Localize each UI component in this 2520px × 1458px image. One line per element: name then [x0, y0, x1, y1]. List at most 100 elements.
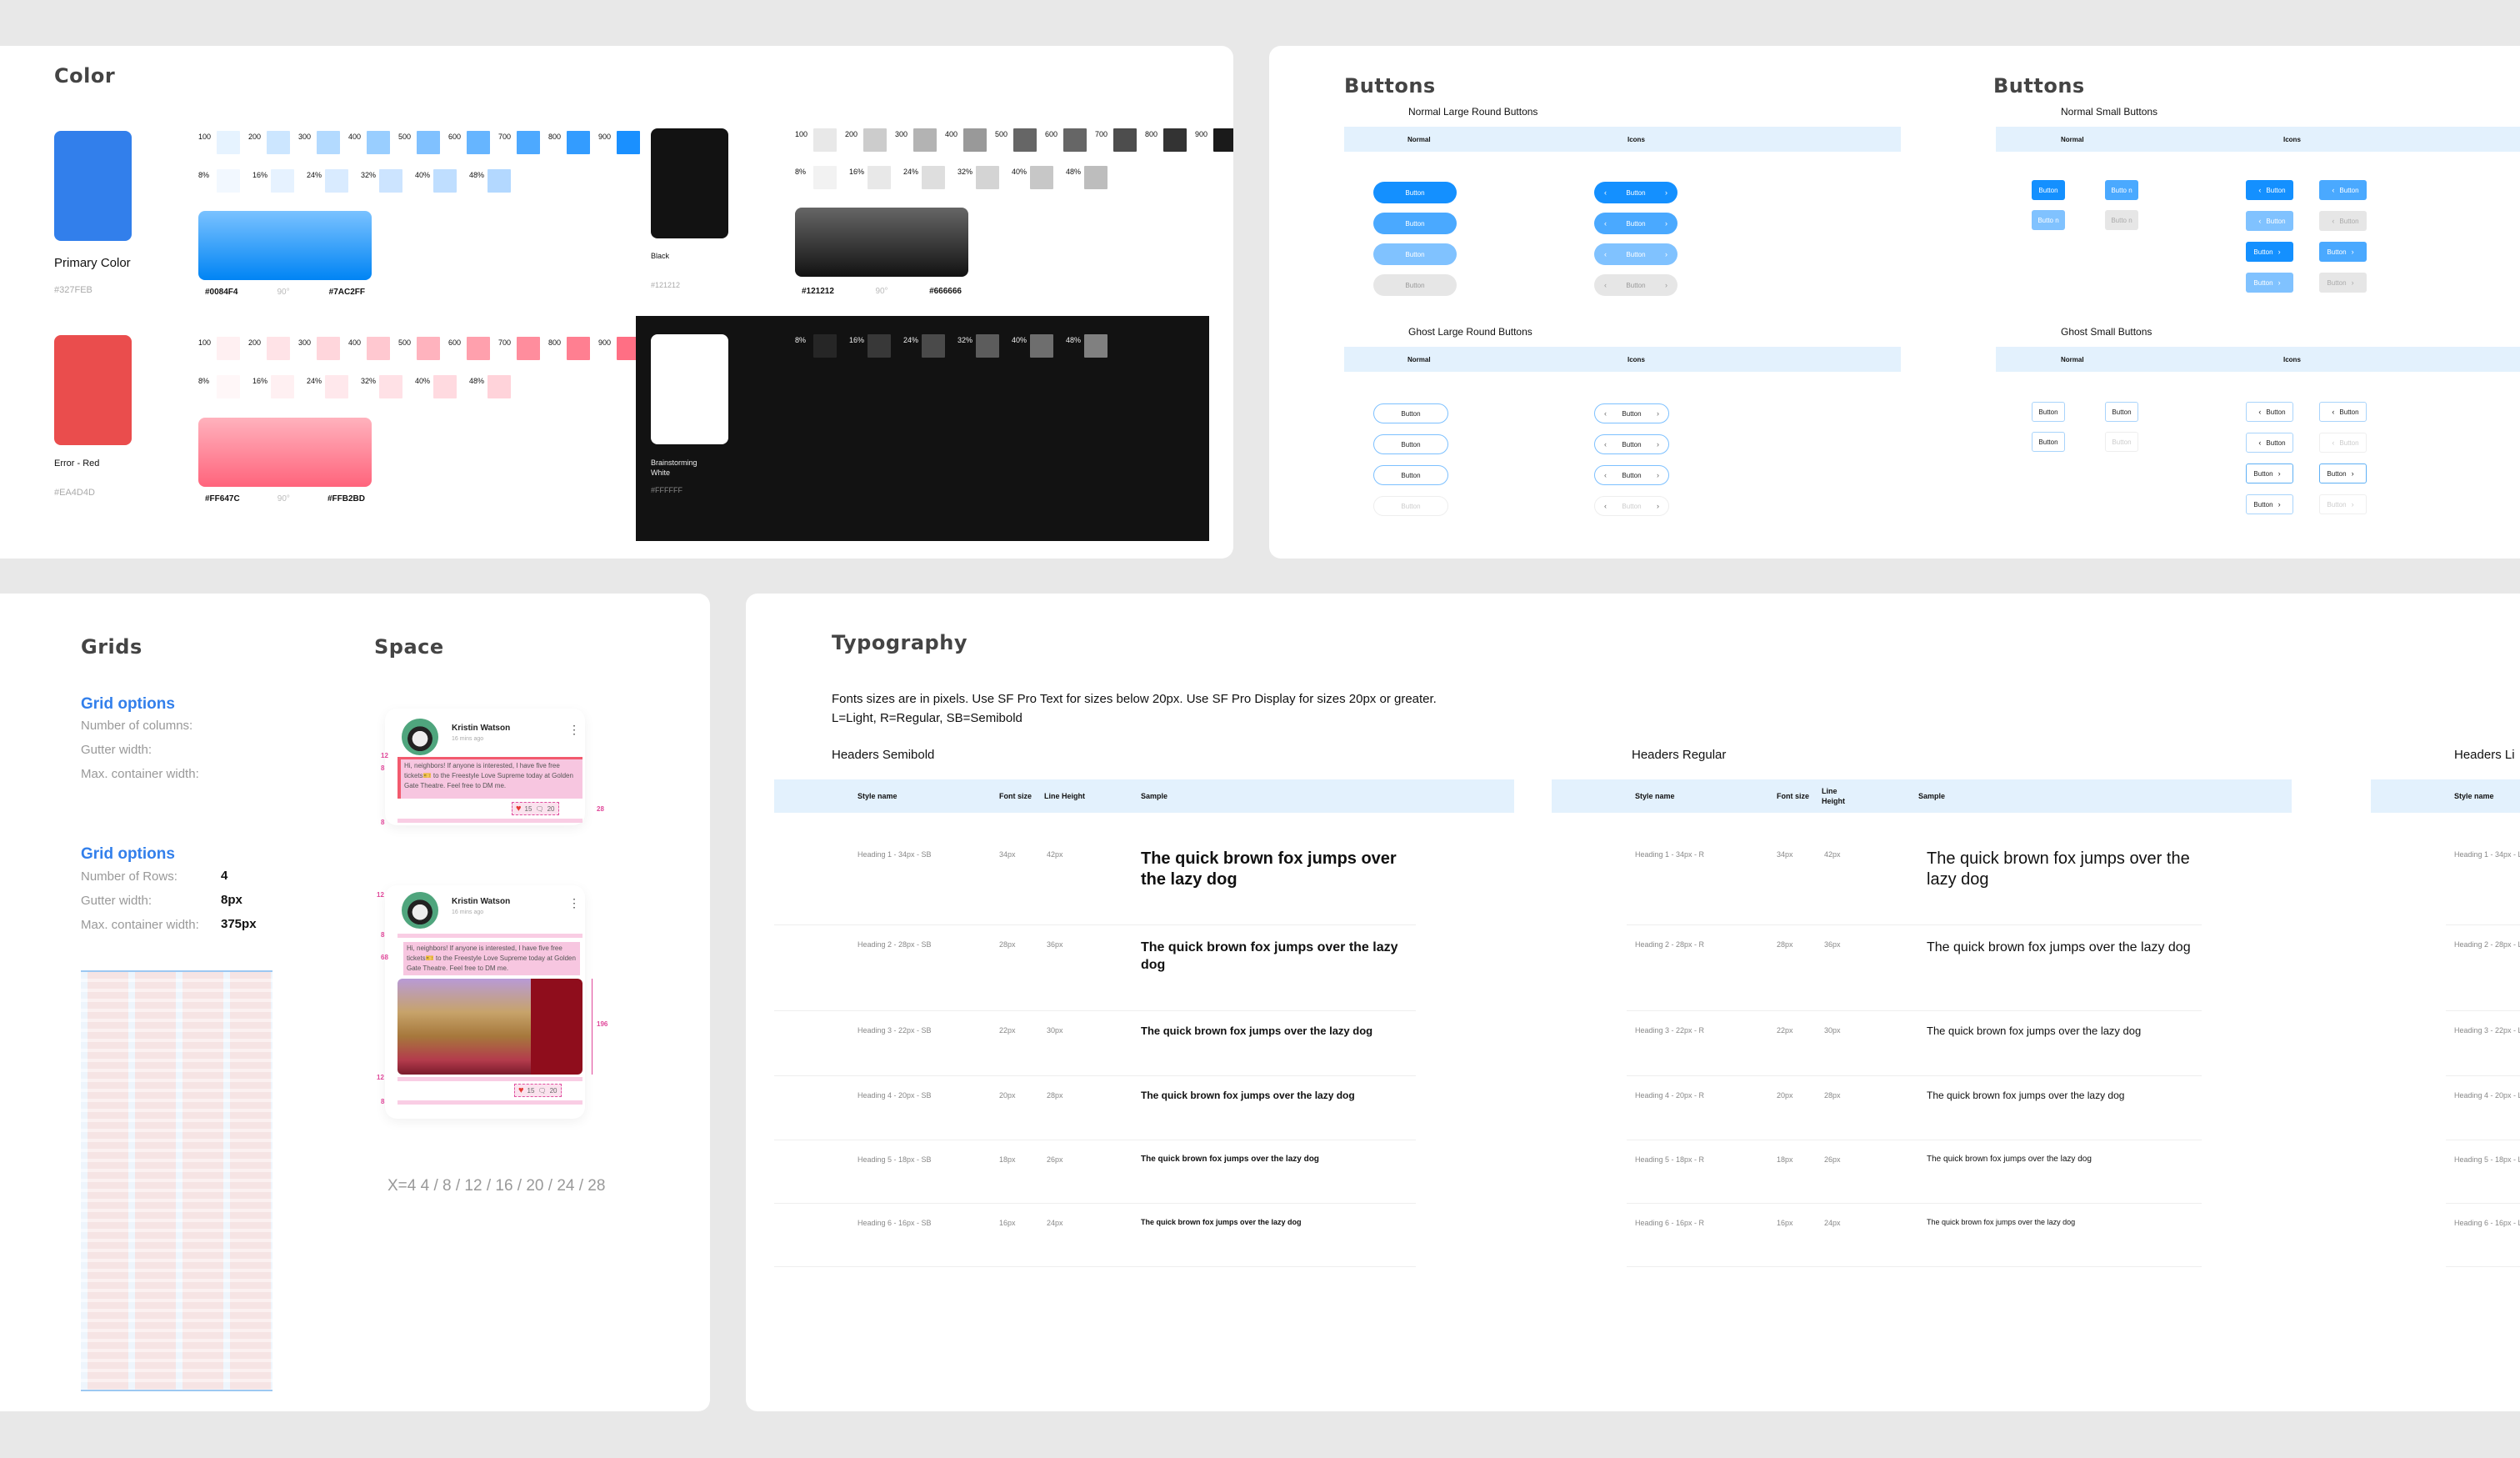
shade-swatch[interactable] [488, 375, 511, 398]
ghost-small-button[interactable]: Button [2032, 402, 2065, 422]
ghost-large-button[interactable]: Button [1373, 465, 1448, 485]
shade-swatch[interactable] [813, 334, 837, 358]
shade-swatch[interactable] [271, 169, 294, 193]
more-options-icon[interactable]: ⋮ [568, 724, 580, 735]
primary-gradient[interactable] [198, 211, 372, 280]
shade-swatch[interactable] [922, 334, 945, 358]
shade-swatch[interactable] [433, 375, 457, 398]
avatar[interactable] [402, 892, 438, 929]
black-gradient[interactable] [795, 208, 968, 277]
shade-swatch[interactable] [325, 375, 348, 398]
ghost-large-button[interactable]: Button [1373, 434, 1448, 454]
shade-swatch[interactable] [1030, 166, 1053, 189]
small-button[interactable]: Button [2032, 180, 2065, 200]
ghost-large-icon-button[interactable]: ‹ Button › [1594, 403, 1669, 423]
error-gradient[interactable] [198, 418, 372, 487]
small-icon-button[interactable]: Button › [2246, 242, 2293, 262]
shade-swatch[interactable] [467, 131, 490, 154]
black-color-swatch[interactable] [651, 128, 728, 238]
small-icon-button[interactable]: Button › [2319, 273, 2367, 293]
large-round-button[interactable]: Button [1373, 182, 1457, 203]
shade-swatch[interactable] [517, 131, 540, 154]
error-color-swatch[interactable] [54, 335, 132, 445]
theatre-photo[interactable] [398, 979, 582, 1075]
ghost-large-icon-button[interactable]: ‹ Button › [1594, 434, 1669, 454]
shade-swatch[interactable] [367, 337, 390, 360]
ghost-small-icon-button[interactable]: Button › [2246, 494, 2293, 514]
ghost-small-button[interactable]: Button [2105, 402, 2138, 422]
shade-swatch[interactable] [467, 337, 490, 360]
shade-swatch[interactable] [217, 375, 240, 398]
shade-swatch[interactable] [813, 128, 837, 152]
shade-swatch[interactable] [1030, 334, 1053, 358]
shade-swatch[interactable] [567, 131, 590, 154]
large-round-icon-button[interactable]: ‹ Button › [1594, 243, 1678, 265]
comment-icon[interactable]: 🗨 [535, 805, 543, 813]
avatar[interactable] [402, 719, 438, 755]
shade-swatch[interactable] [379, 169, 402, 193]
small-button[interactable]: Butto n [2105, 210, 2138, 230]
ghost-small-icon-button[interactable]: ‹ Button [2246, 402, 2293, 422]
shade-swatch[interactable] [813, 166, 837, 189]
shade-swatch[interactable] [417, 337, 440, 360]
shade-swatch[interactable] [617, 131, 640, 154]
shade-swatch[interactable] [1113, 128, 1137, 152]
white-color-swatch[interactable] [651, 334, 728, 444]
shade-swatch[interactable] [317, 337, 340, 360]
shade-swatch[interactable] [976, 334, 999, 358]
shade-swatch[interactable] [1084, 166, 1108, 189]
shade-swatch[interactable] [325, 169, 348, 193]
large-round-icon-button[interactable]: ‹ Button › [1594, 274, 1678, 296]
shade-swatch[interactable] [379, 375, 402, 398]
comment-icon[interactable]: 🗨 [538, 1087, 546, 1095]
shade-swatch[interactable] [1163, 128, 1187, 152]
small-icon-button[interactable]: ‹ Button [2319, 180, 2367, 200]
large-round-icon-button[interactable]: ‹ Button › [1594, 213, 1678, 234]
large-round-button[interactable]: Button [1373, 274, 1457, 296]
ghost-small-icon-button[interactable]: ‹ Button [2319, 433, 2367, 453]
shade-swatch[interactable] [913, 128, 937, 152]
ghost-large-button[interactable]: Button [1373, 403, 1448, 423]
small-button[interactable]: Butto n [2105, 180, 2138, 200]
small-icon-button[interactable]: ‹ Button [2246, 180, 2293, 200]
ghost-small-button[interactable]: Button [2032, 432, 2065, 452]
shade-swatch[interactable] [1063, 128, 1087, 152]
shade-swatch[interactable] [567, 337, 590, 360]
more-options-icon[interactable]: ⋮ [568, 897, 580, 909]
shade-swatch[interactable] [863, 128, 887, 152]
shade-swatch[interactable] [1013, 128, 1037, 152]
small-icon-button[interactable]: Button › [2319, 242, 2367, 262]
ghost-large-icon-button[interactable]: ‹ Button › [1594, 496, 1669, 516]
large-round-button[interactable]: Button [1373, 213, 1457, 234]
shade-swatch[interactable] [963, 128, 987, 152]
shade-swatch[interactable] [517, 337, 540, 360]
shade-swatch[interactable] [1084, 334, 1108, 358]
primary-color-swatch[interactable] [54, 131, 132, 241]
shade-swatch[interactable] [922, 166, 945, 189]
shade-swatch[interactable] [217, 337, 240, 360]
shade-swatch[interactable] [267, 337, 290, 360]
large-round-button[interactable]: Button [1373, 243, 1457, 265]
shade-swatch[interactable] [217, 169, 240, 193]
shade-swatch[interactable] [271, 375, 294, 398]
small-icon-button[interactable]: ‹ Button [2246, 211, 2293, 231]
shade-swatch[interactable] [868, 334, 891, 358]
shade-swatch[interactable] [267, 131, 290, 154]
shade-swatch[interactable] [433, 169, 457, 193]
ghost-small-icon-button[interactable]: ‹ Button [2319, 402, 2367, 422]
small-button[interactable]: Butto n [2032, 210, 2065, 230]
shade-swatch[interactable] [868, 166, 891, 189]
ghost-large-button[interactable]: Button [1373, 496, 1448, 516]
ghost-small-icon-button[interactable]: Button › [2319, 463, 2367, 483]
shade-swatch[interactable] [417, 131, 440, 154]
heart-icon[interactable]: ♥ [516, 804, 522, 814]
small-icon-button[interactable]: Button › [2246, 273, 2293, 293]
shade-swatch[interactable] [317, 131, 340, 154]
ghost-small-button[interactable]: Button [2105, 432, 2138, 452]
small-icon-button[interactable]: ‹ Button [2319, 211, 2367, 231]
ghost-small-icon-button[interactable]: Button › [2246, 463, 2293, 483]
heart-icon[interactable]: ♥ [518, 1085, 524, 1095]
shade-swatch[interactable] [976, 166, 999, 189]
shade-swatch[interactable] [217, 131, 240, 154]
ghost-small-icon-button[interactable]: Button › [2319, 494, 2367, 514]
